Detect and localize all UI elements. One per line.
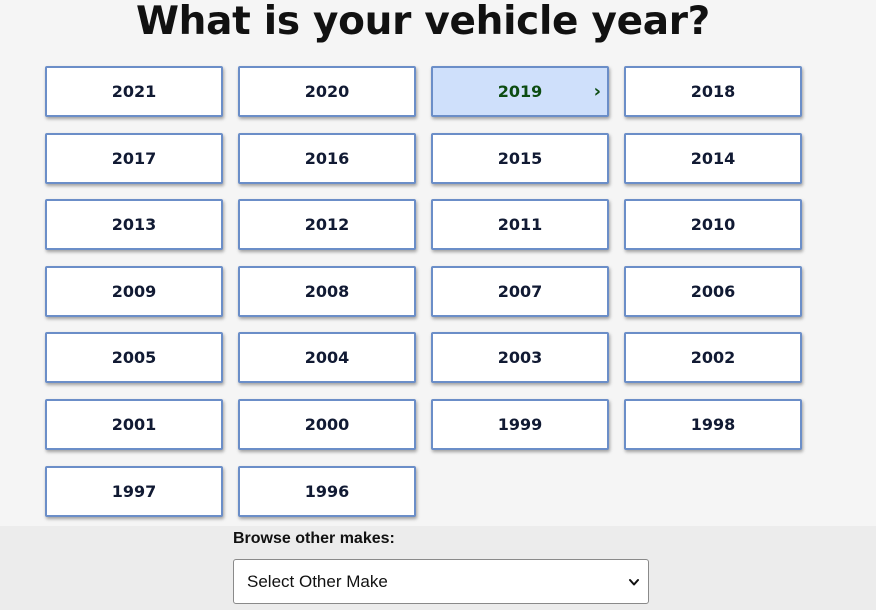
year-label: 2007 <box>497 281 543 301</box>
year-label: 2001 <box>111 414 157 434</box>
year-button-2004[interactable]: 2004 <box>238 332 416 384</box>
year-label: 2011 <box>497 215 543 235</box>
year-label: 2016 <box>304 148 350 168</box>
year-button-2005[interactable]: 2005 <box>45 332 223 384</box>
year-label: 2009 <box>111 281 157 301</box>
page-title: What is your vehicle year? <box>135 0 711 44</box>
year-label: 1999 <box>497 414 543 434</box>
year-label: 2015 <box>497 148 543 168</box>
year-button-2010[interactable]: 2010 <box>624 199 802 251</box>
year-label: 1997 <box>111 481 157 501</box>
year-button-2000[interactable]: 2000 <box>238 398 416 450</box>
year-label: 1996 <box>304 481 350 501</box>
chevron-down-icon <box>629 578 639 585</box>
year-button-2001[interactable]: 2001 <box>45 398 223 450</box>
year-button-2003[interactable]: 2003 <box>431 332 609 384</box>
year-button-2007[interactable]: 2007 <box>431 265 609 317</box>
select-value: Select Other Make <box>247 571 388 591</box>
year-label: 2017 <box>111 148 157 168</box>
year-button-2020[interactable]: 2020 <box>238 66 416 117</box>
year-button-2008[interactable]: 2008 <box>238 265 416 317</box>
year-button-2021[interactable]: 2021 <box>45 66 223 117</box>
year-button-2006[interactable]: 2006 <box>624 265 802 317</box>
browse-label: Browse other makes: <box>233 530 395 547</box>
year-button-2016[interactable]: 2016 <box>238 132 416 184</box>
select-other-make-dropdown[interactable]: Select Other Make <box>233 559 649 604</box>
year-label: 1998 <box>690 414 736 434</box>
year-button-2017[interactable]: 2017 <box>45 132 223 184</box>
year-label: 2010 <box>690 215 736 235</box>
year-label: 2021 <box>111 82 157 101</box>
year-button-2009[interactable]: 2009 <box>45 265 223 317</box>
year-grid: 2021 2020 2019 › 2018 2017 2016 2015 2014 2013 201… <box>45 66 805 517</box>
year-label: 2014 <box>690 148 736 168</box>
year-label: 2000 <box>304 414 350 434</box>
year-button-2018[interactable]: 2018 <box>624 66 802 117</box>
year-button-1998[interactable]: 1998 <box>624 398 802 450</box>
year-label: 2018 <box>690 82 736 101</box>
year-button-2019[interactable]: 2019 › <box>431 66 609 117</box>
year-button-1999[interactable]: 1999 <box>431 398 609 450</box>
year-label: 2004 <box>304 348 350 368</box>
year-label: 2008 <box>304 281 350 301</box>
year-label: 2012 <box>304 215 350 235</box>
year-button-2002[interactable]: 2002 <box>624 332 802 384</box>
year-button-2011[interactable]: 2011 <box>431 199 609 251</box>
year-button-1997[interactable]: 1997 <box>45 465 223 517</box>
year-button-1996[interactable]: 1996 <box>238 465 416 517</box>
chevron-right-icon: › <box>593 80 601 102</box>
year-label: 2006 <box>690 281 736 301</box>
year-button-2014[interactable]: 2014 <box>624 132 802 184</box>
year-label: 2013 <box>111 215 157 235</box>
year-button-2012[interactable]: 2012 <box>238 199 416 251</box>
year-button-2015[interactable]: 2015 <box>431 132 609 184</box>
year-label: 2003 <box>497 348 543 368</box>
year-label: 2005 <box>111 348 157 368</box>
year-label: 2020 <box>304 82 350 101</box>
year-label: 2019 <box>497 82 543 101</box>
year-button-2013[interactable]: 2013 <box>45 199 223 251</box>
year-label: 2002 <box>690 348 736 368</box>
